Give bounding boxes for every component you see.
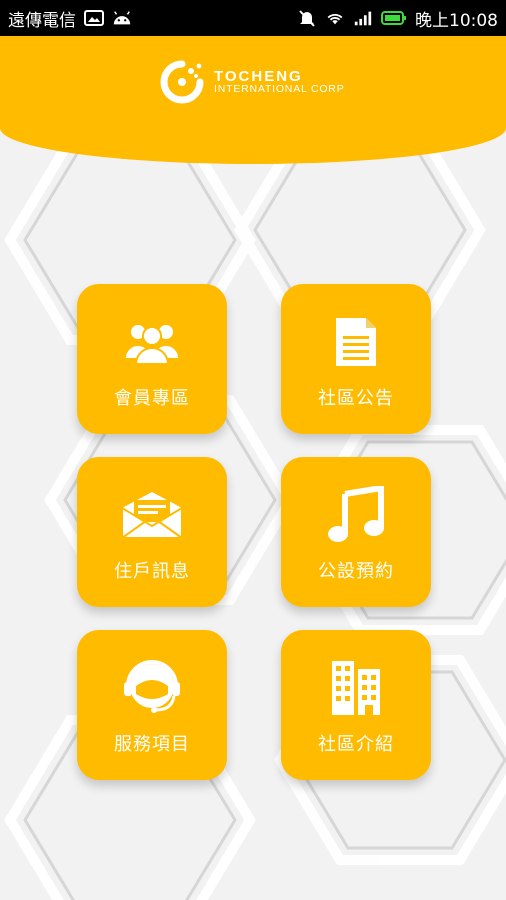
brand-subtitle: INTERNATIONAL CORP (214, 83, 345, 96)
menu-tile-booking[interactable]: 公設預約 (281, 457, 431, 607)
music-note-icon (328, 486, 384, 542)
menu-tile-messages[interactable]: 住戶訊息 (77, 457, 227, 607)
building-icon (332, 661, 380, 715)
gallery-icon (84, 10, 104, 26)
mute-icon (299, 10, 315, 27)
support-headset-icon (124, 660, 180, 713)
android-icon (113, 11, 131, 25)
menu-tile-label: 社區公告 (318, 388, 394, 409)
menu-tile-label: 社區介紹 (318, 734, 394, 755)
members-icon (126, 325, 178, 364)
tocheng-logo-icon (160, 60, 204, 104)
menu-tile-label: 服務項目 (114, 734, 190, 755)
status-bar: 遠傳電信 晚上10:08 (0, 0, 506, 36)
brand-name: TOCHENG (214, 67, 303, 85)
signal-icon (354, 11, 372, 26)
clock: 晚上10:08 (415, 10, 498, 31)
menu-tile-members[interactable]: 會員專區 (77, 284, 227, 434)
menu-tile-label: 會員專區 (114, 388, 190, 409)
menu-tile-label: 公設預約 (318, 561, 394, 582)
menu-tile-services[interactable]: 服務項目 (77, 630, 227, 780)
mail-icon (121, 492, 183, 539)
menu-tile-community-intro[interactable]: 社區介紹 (281, 630, 431, 780)
menu-tile-announcements[interactable]: 社區公告 (281, 284, 431, 434)
battery-icon (381, 11, 406, 25)
brand-logo: TOCHENG INTERNATIONAL CORP (158, 58, 345, 106)
document-icon (336, 318, 376, 366)
wifi-icon (327, 13, 343, 25)
menu-tile-label: 住戶訊息 (114, 561, 190, 582)
carrier-label: 遠傳電信 (8, 10, 76, 31)
